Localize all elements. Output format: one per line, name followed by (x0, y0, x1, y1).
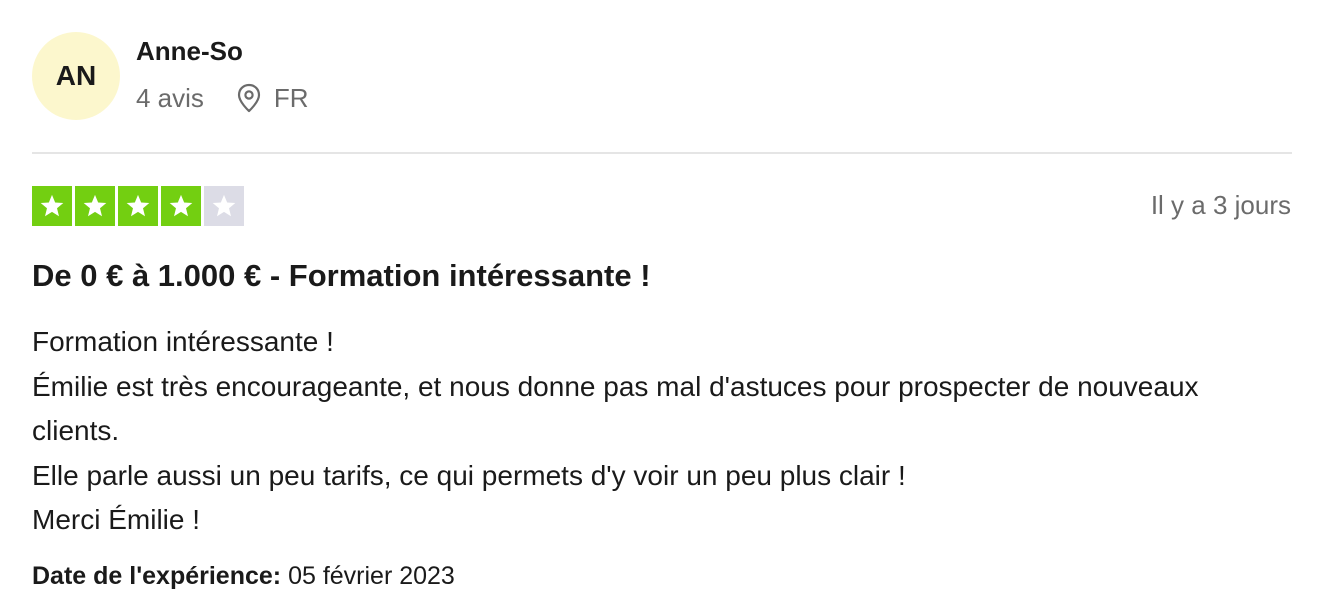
star-icon (75, 186, 115, 226)
location-pin-icon (236, 83, 262, 113)
star-icon (32, 186, 72, 226)
review-body-line: Émilie est très encourageante, et nous d… (32, 370, 1199, 447)
experience-date-value: 05 février 2023 (288, 562, 455, 590)
review-body-line: Formation intéressante ! (32, 326, 334, 357)
review-body-line: Elle parle aussi un peu tarifs, ce qui p… (32, 459, 906, 491)
review-count: 4 avis (136, 82, 204, 113)
review-relative-date: Il y a 3 jours (1150, 190, 1291, 220)
divider (32, 152, 1292, 154)
review-body: Formation intéressante ! Émilie est très… (32, 320, 1292, 543)
experience-date: Date de l'expérience: 05 février 2023 (32, 562, 455, 591)
experience-label: Date de l'expérience: (32, 562, 282, 590)
avatar-initials: AN (55, 60, 97, 91)
reviewer-meta: 4 avis FR (136, 80, 309, 116)
reviewer-country: FR (273, 82, 309, 113)
star-icon (161, 186, 201, 226)
star-icon (118, 186, 158, 226)
reviewer-name[interactable]: Anne-So (136, 36, 243, 67)
star-icon (204, 186, 244, 226)
star-rating (32, 186, 244, 226)
avatar[interactable]: AN (32, 32, 120, 120)
review-title[interactable]: De 0 € à 1.000 € - Formation intéressant… (32, 258, 651, 294)
review-body-line: Merci Émilie ! (32, 504, 201, 535)
review-card: AN Anne-So 4 avis FR Il y a 3 jours De 0… (0, 0, 1332, 612)
